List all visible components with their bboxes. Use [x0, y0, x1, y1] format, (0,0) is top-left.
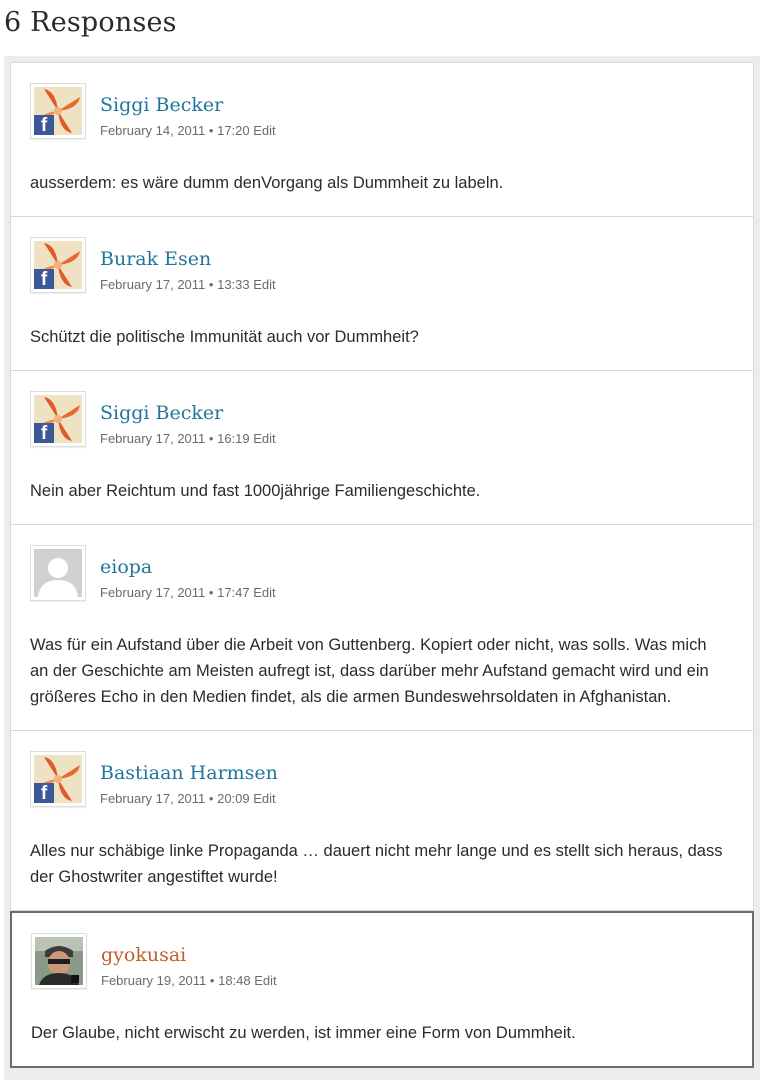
comment-date-link[interactable]: February 17, 2011 [100, 431, 205, 446]
edit-comment-link[interactable]: Edit [253, 277, 275, 292]
facebook-icon: f [34, 269, 54, 289]
meta-separator: • [208, 277, 214, 292]
comment-text: Was für ein Aufstand über die Arbeit von… [30, 636, 709, 706]
comment-meta: February 17, 2011 • 16:19 Edit [100, 430, 276, 448]
comment-header: gyokusai February 19, 2011 • 18:48 Edit [31, 913, 752, 995]
comment-header: f Siggi Becker February 17, 2011 • 16:19… [30, 371, 753, 453]
edit-comment-link[interactable]: Edit [254, 973, 276, 988]
comment-item-highlighted: gyokusai February 19, 2011 • 18:48 Edit … [10, 911, 754, 1068]
comment-meta: February 19, 2011 • 18:48 Edit [101, 972, 277, 990]
photo-avatar [31, 933, 87, 989]
meta-separator: • [209, 973, 215, 988]
comment-author-link[interactable]: Burak Esen [100, 246, 211, 272]
comment-author-link[interactable]: gyokusai [101, 942, 186, 968]
meta-separator: • [208, 431, 214, 446]
comment-meta: February 14, 2011 • 17:20 Edit [100, 122, 276, 140]
comment-time-link[interactable]: 17:47 [217, 585, 250, 600]
default-user-avatar [30, 545, 86, 601]
comment-time-link[interactable]: 13:33 [217, 277, 250, 292]
comment-item: f Burak Esen February 17, 2011 • 13:33 E… [10, 217, 754, 371]
comment-text: ausserdem: es wäre dumm denVorgang als D… [30, 174, 504, 192]
comment-time-link[interactable]: 16:19 [217, 431, 250, 446]
comment-list: f Siggi Becker February 14, 2011 • 17:20… [10, 62, 754, 1068]
comment-item: eiopa February 17, 2011 • 17:47 Edit Was… [10, 525, 754, 731]
facebook-avatar: f [30, 391, 86, 447]
comment-text: Alles nur schäbige linke Propaganda … da… [30, 842, 723, 886]
edit-comment-link[interactable]: Edit [253, 123, 275, 138]
facebook-avatar: f [30, 83, 86, 139]
comment-date-link[interactable]: February 17, 2011 [100, 277, 205, 292]
comment-time-link[interactable]: 20:09 [217, 791, 250, 806]
comment-text: Der Glaube, nicht erwischt zu werden, is… [31, 1024, 576, 1042]
comment-meta: February 17, 2011 • 17:47 Edit [100, 584, 276, 602]
comment-text: Nein aber Reichtum und fast 1000jährige … [30, 482, 481, 500]
meta-separator: • [208, 585, 214, 600]
facebook-icon: f [34, 423, 54, 443]
facebook-avatar: f [30, 751, 86, 807]
comment-header: f Burak Esen February 17, 2011 • 13:33 E… [30, 217, 753, 299]
comment-author-link[interactable]: Siggi Becker [100, 400, 223, 426]
comment-item: f Siggi Becker February 17, 2011 • 16:19… [10, 371, 754, 525]
comment-item: f Siggi Becker February 14, 2011 • 17:20… [10, 62, 754, 217]
facebook-icon: f [34, 783, 54, 803]
comment-meta: February 17, 2011 • 13:33 Edit [100, 276, 276, 294]
comment-author-link[interactable]: Siggi Becker [100, 92, 223, 118]
comment-date-link[interactable]: February 17, 2011 [100, 585, 205, 600]
comment-date-link[interactable]: February 17, 2011 [100, 791, 205, 806]
comment-time-link[interactable]: 17:20 [217, 123, 250, 138]
comment-header: f Bastiaan Harmsen February 17, 2011 • 2… [30, 731, 753, 813]
comment-header: f Siggi Becker February 14, 2011 • 17:20… [30, 63, 753, 145]
comment-author-link[interactable]: eiopa [100, 554, 152, 580]
comment-text: Schützt die politische Immunität auch vo… [30, 328, 419, 346]
edit-comment-link[interactable]: Edit [253, 585, 275, 600]
comment-date-link[interactable]: February 19, 2011 [101, 973, 206, 988]
edit-comment-link[interactable]: Edit [253, 431, 275, 446]
meta-separator: • [208, 791, 214, 806]
comments-title: 6 Responses [4, 7, 177, 38]
comment-time-link[interactable]: 18:48 [218, 973, 251, 988]
edit-comment-link[interactable]: Edit [253, 791, 275, 806]
comments-panel: f Siggi Becker February 14, 2011 • 17:20… [4, 56, 760, 1080]
comment-item: f Bastiaan Harmsen February 17, 2011 • 2… [10, 731, 754, 911]
comment-author-link[interactable]: Bastiaan Harmsen [100, 760, 278, 786]
comment-meta: February 17, 2011 • 20:09 Edit [100, 790, 276, 808]
comment-header: eiopa February 17, 2011 • 17:47 Edit [30, 525, 753, 607]
comment-date-link[interactable]: February 14, 2011 [100, 123, 205, 138]
facebook-avatar: f [30, 237, 86, 293]
user-silhouette-icon [34, 549, 82, 597]
user-photo-icon [35, 937, 83, 985]
meta-separator: • [208, 123, 214, 138]
facebook-icon: f [34, 115, 54, 135]
